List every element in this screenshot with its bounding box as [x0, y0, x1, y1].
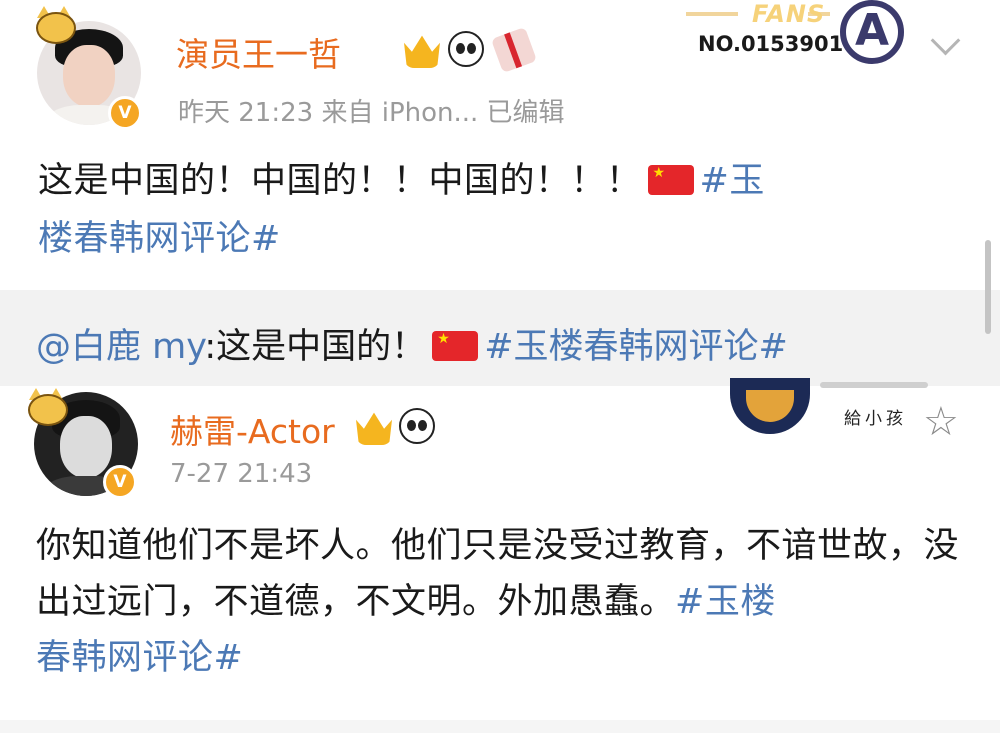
avengers-logo-icon: A: [840, 0, 904, 64]
flag-icon: [432, 331, 479, 361]
mention-link[interactable]: @白鹿 my: [36, 327, 204, 367]
weibo-post-1: V 演员王一哲 昨天 21:23 来自 iPhon... 已编辑 FANS NO…: [0, 0, 1000, 290]
fans-decor-line: [686, 12, 738, 16]
post-text-body: 你知道他们不是坏人。他们只是没受过教育，不谙世故，没出过远门，不道德，不文明。外…: [36, 526, 960, 622]
hashtag-link[interactable]: 春韩网评论#: [36, 638, 243, 678]
star-icon[interactable]: ☆: [923, 402, 959, 442]
post-text: 这是中国的！中国的！！中国的！！！ #玉楼春韩网评论#: [38, 152, 968, 268]
repost-text: @白鹿 my:这是中国的！ #玉楼春韩网评论#: [36, 318, 788, 369]
post-meta: 昨天 21:23 来自 iPhon... 已编辑: [178, 98, 565, 128]
cat-sticker-icon: [34, 6, 76, 44]
scrollbar-thumb[interactable]: [985, 240, 991, 334]
hashtag-link[interactable]: #玉: [700, 161, 765, 201]
crown-icon: [404, 35, 440, 68]
avatar-face: [63, 45, 115, 107]
panda-icon: [399, 408, 435, 444]
verified-badge-icon: V: [103, 465, 137, 499]
post-meta: 7-27 21:43: [170, 459, 313, 489]
panda-icon: [448, 31, 484, 67]
flag-icon: [647, 165, 694, 195]
hashtag-link[interactable]: 楼春韩网评论#: [38, 219, 281, 259]
decoration-card-strip: [820, 382, 928, 388]
username[interactable]: 演员王一哲: [176, 28, 341, 76]
post-text: 你知道他们不是坏人。他们只是没受过教育，不谙世故，没出过远门，不道德，不文明。外…: [36, 518, 976, 686]
verified-badge-icon: V: [108, 96, 142, 130]
decoration-card-text: 給小孩: [844, 409, 907, 429]
fans-number: NO.0153901: [698, 32, 844, 56]
cat-sticker-icon: [26, 388, 68, 426]
gift-icon: [490, 26, 538, 74]
avatar-face: [60, 416, 112, 478]
hashtag-link[interactable]: #玉楼: [675, 582, 776, 622]
username[interactable]: 赫雷-Actor: [170, 405, 335, 453]
fans-label: FANS: [752, 0, 826, 28]
repost-body: :这是中国的！: [204, 327, 427, 367]
hashtag-link[interactable]: #玉楼春韩网评论#: [484, 327, 788, 367]
bottom-fade: [0, 720, 1000, 733]
post-text-body: 这是中国的！中国的！！中国的！！！: [38, 161, 642, 201]
